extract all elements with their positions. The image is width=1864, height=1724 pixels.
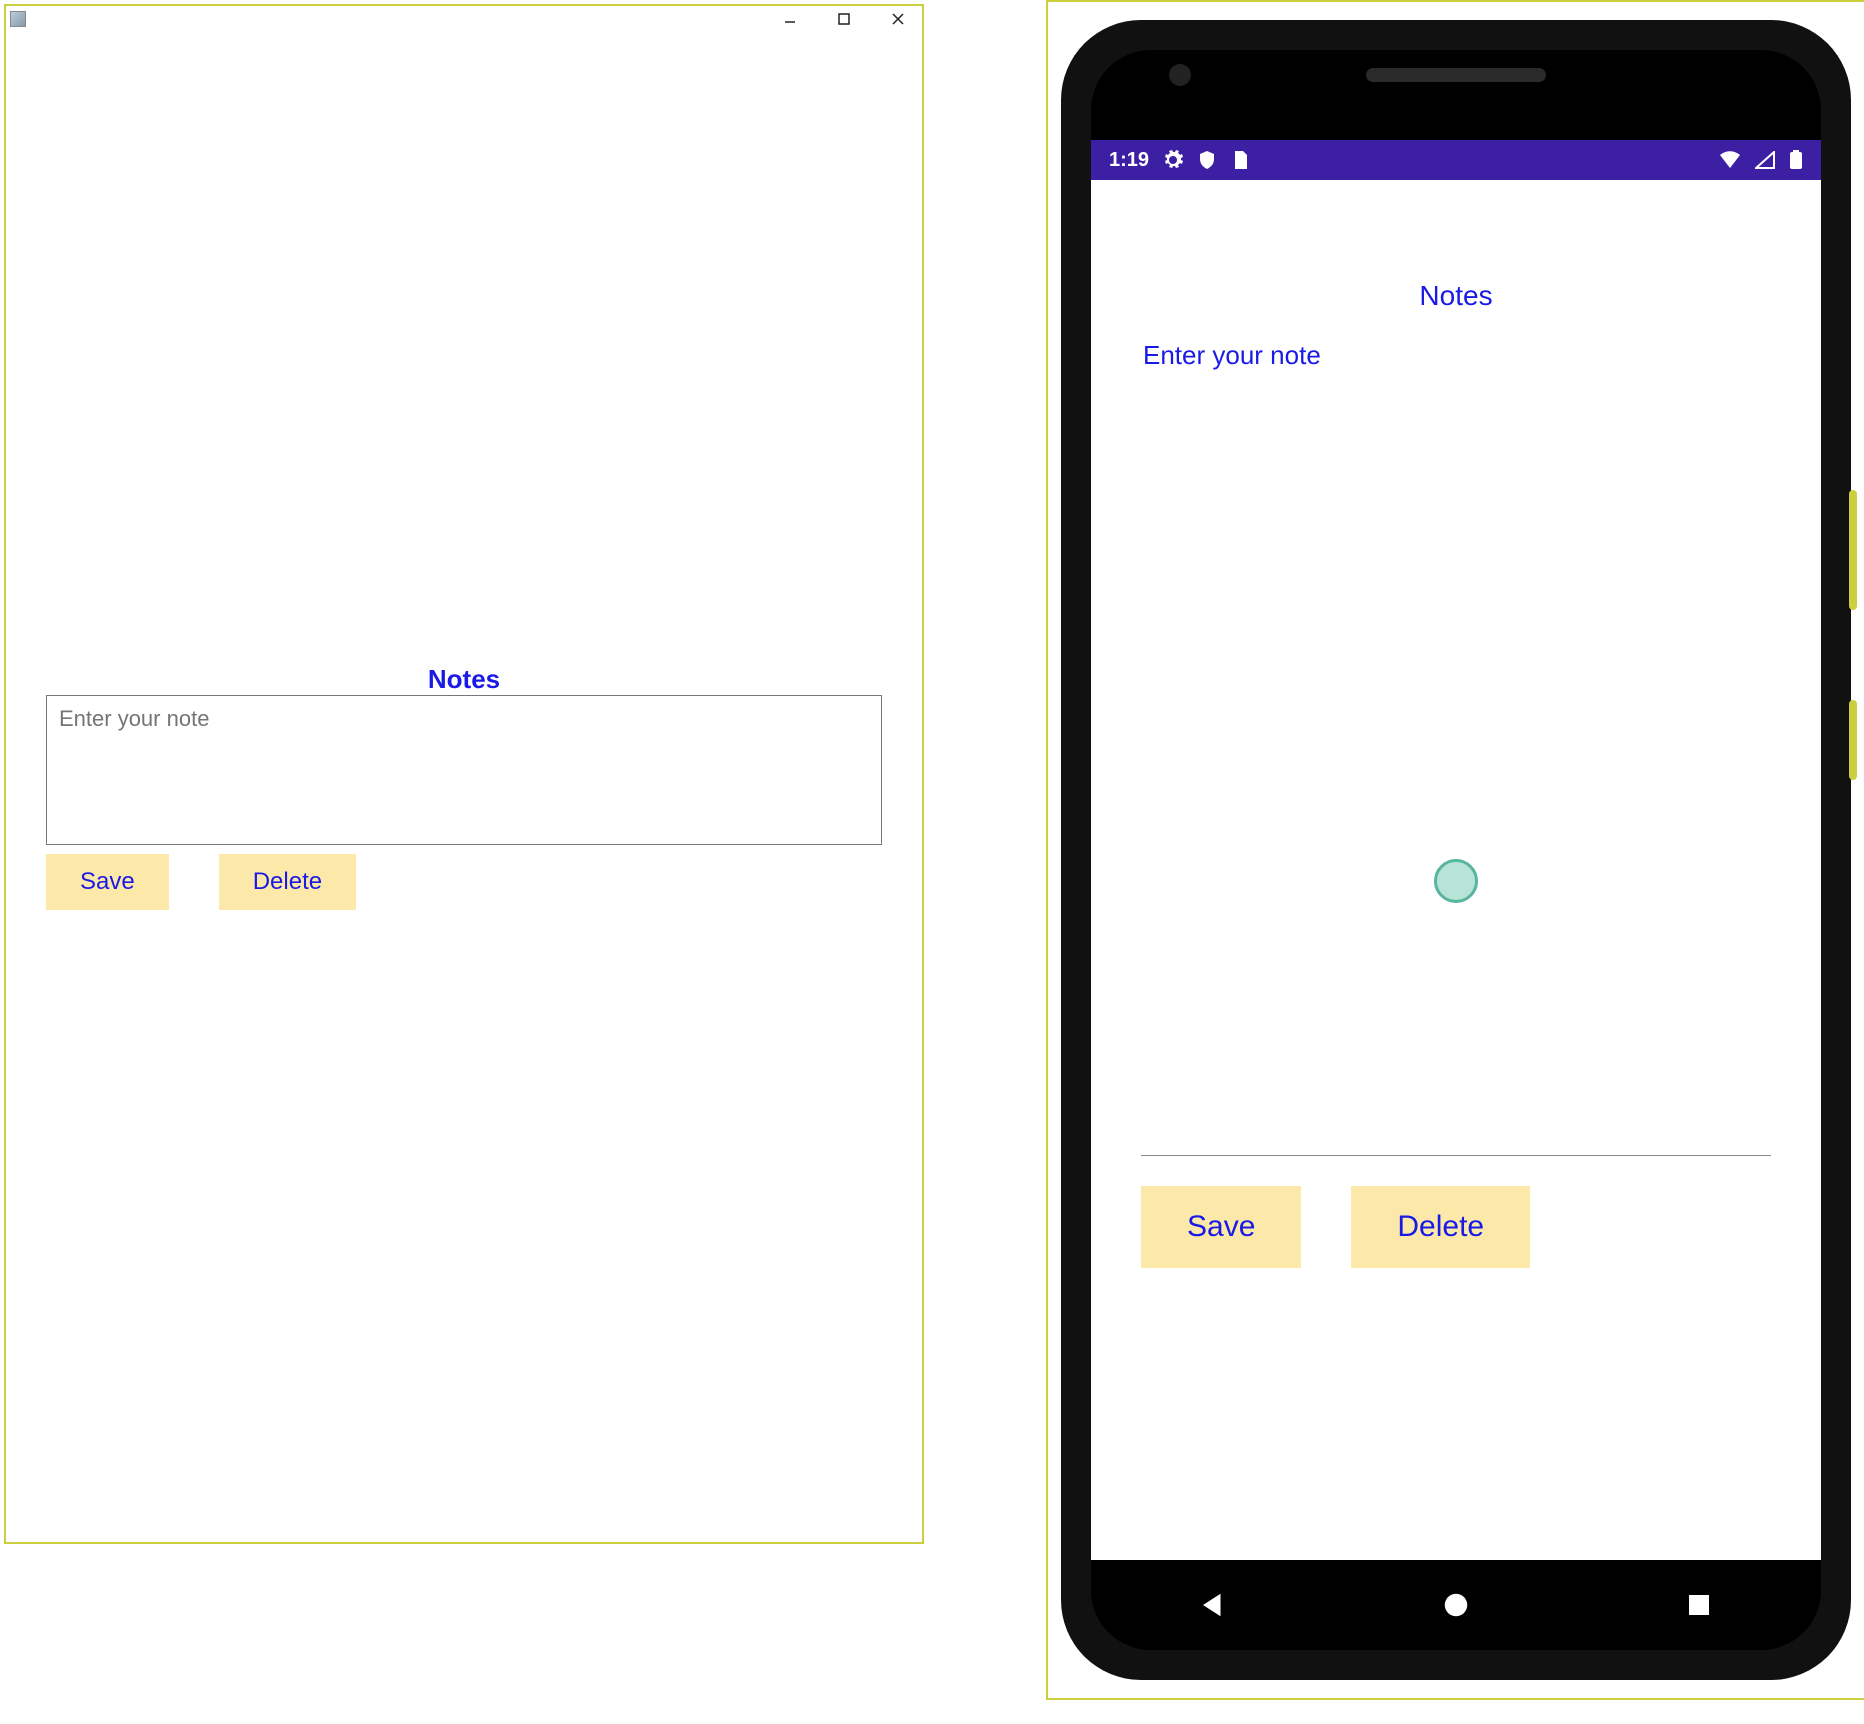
save-button[interactable]: Save [46,854,169,910]
back-icon[interactable] [1198,1590,1228,1620]
home-icon[interactable] [1441,1590,1471,1620]
wifi-icon [1719,151,1741,169]
maximize-button[interactable] [834,9,854,29]
sd-card-icon [1231,150,1249,170]
status-right [1719,150,1803,170]
phone-camera [1169,64,1191,86]
phone-side-button [1849,700,1857,780]
phone-app-screen: Notes Save Delete [1091,180,1821,1560]
phone-speaker [1366,68,1546,82]
android-navbar [1091,1560,1821,1650]
button-row: Save Delete [1141,1186,1771,1268]
status-time: 1:19 [1109,149,1149,172]
status-left: 1:19 [1109,149,1249,172]
delete-button[interactable]: Delete [219,854,356,910]
desktop-body: Notes Save Delete [6,32,922,1542]
recent-apps-icon[interactable] [1684,1590,1714,1620]
touch-indicator-icon [1434,859,1478,903]
status-bar: 1:19 [1091,140,1821,180]
window-titlebar [6,6,922,32]
phone-mockup-frame: 1:19 Notes Save Delet [1046,0,1864,1700]
signal-icon [1755,151,1775,169]
shield-icon [1197,150,1217,170]
minimize-button[interactable] [780,9,800,29]
notes-title: Notes [1141,280,1771,312]
save-button[interactable]: Save [1141,1186,1301,1268]
app-icon [10,11,26,27]
note-input[interactable] [1141,336,1771,1156]
phone-device: 1:19 Notes Save Delet [1061,20,1851,1680]
notes-title: Notes [46,664,882,695]
phone-screen: 1:19 Notes Save Delet [1091,50,1821,1650]
window-controls [780,9,918,29]
delete-button[interactable]: Delete [1351,1186,1530,1268]
phone-side-button [1849,490,1857,610]
notes-panel: Notes Save Delete [46,664,882,910]
desktop-window: Notes Save Delete [4,4,924,1544]
button-row: Save Delete [46,854,882,910]
close-button[interactable] [888,9,908,29]
note-input[interactable] [46,695,882,845]
gear-icon [1163,150,1183,170]
battery-icon [1789,150,1803,170]
